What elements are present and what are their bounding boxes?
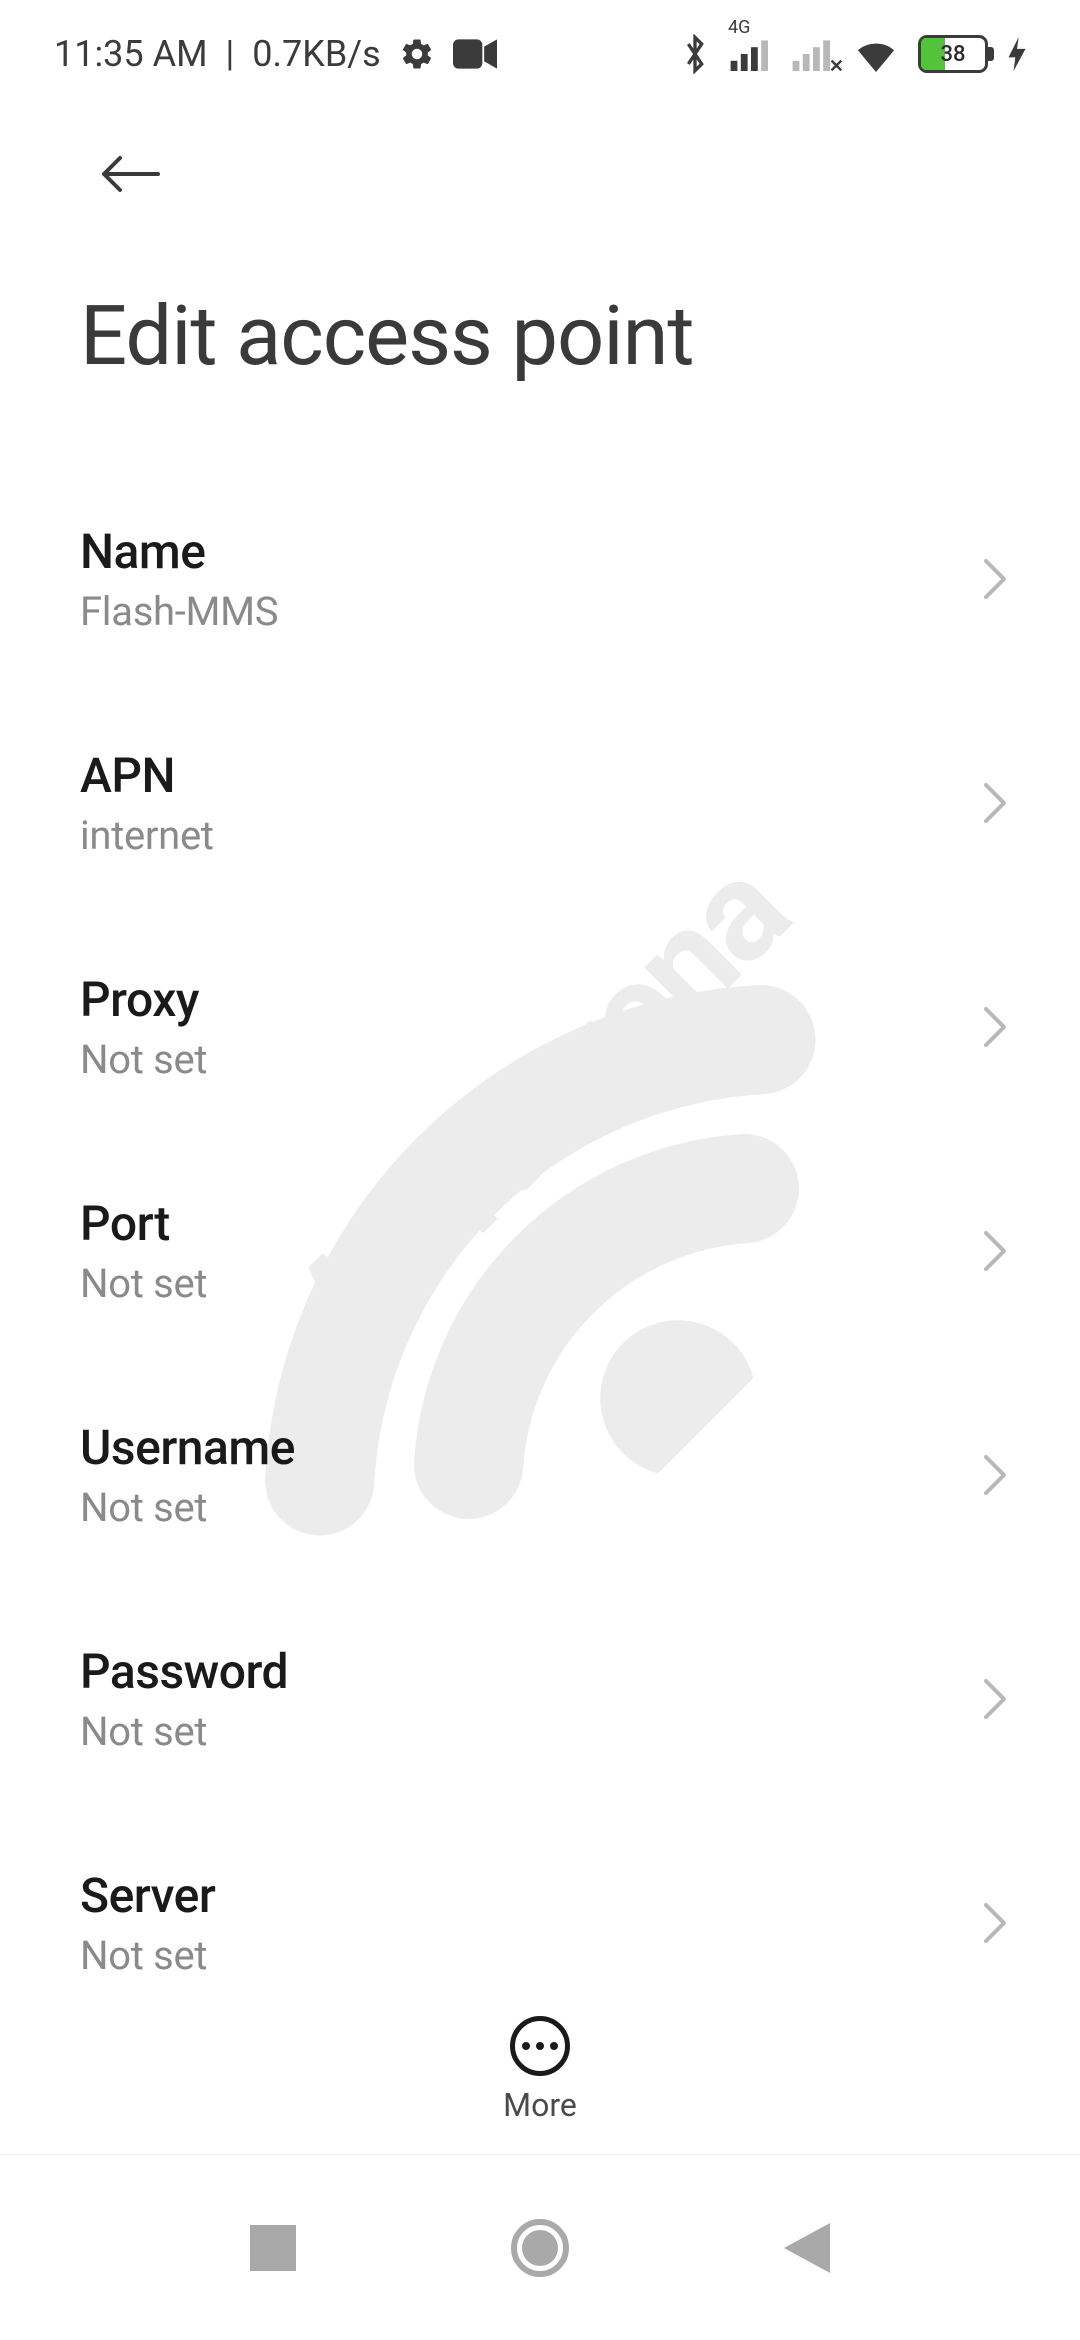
chevron-right-icon bbox=[982, 1453, 1008, 1497]
nav-back-button[interactable] bbox=[757, 2198, 857, 2298]
row-password[interactable]: Password Not set bbox=[80, 1599, 1020, 1823]
row-title: Port bbox=[80, 1195, 962, 1252]
row-title: Username bbox=[80, 1419, 962, 1476]
row-subtitle: Not set bbox=[80, 1036, 962, 1083]
row-title: Name bbox=[80, 523, 962, 580]
row-subtitle: Not set bbox=[80, 1708, 962, 1755]
signal-2-icon bbox=[792, 37, 834, 71]
bluetooth-icon bbox=[680, 34, 710, 74]
navigation-bar bbox=[0, 2155, 1080, 2340]
page-title: Edit access point bbox=[80, 288, 1000, 385]
battery-icon: 38 bbox=[918, 35, 988, 73]
row-subtitle: internet bbox=[80, 812, 962, 859]
gear-icon bbox=[399, 36, 435, 72]
back-button[interactable] bbox=[90, 134, 170, 214]
more-icon bbox=[510, 2016, 570, 2076]
status-time: 11:35 AM bbox=[54, 33, 208, 75]
row-port[interactable]: Port Not set bbox=[80, 1151, 1020, 1375]
nav-recent-button[interactable] bbox=[223, 2198, 323, 2298]
status-bar: 11:35 AM | 0.7KB/s 4G ✕ 38 bbox=[0, 0, 1080, 86]
header: Edit access point bbox=[0, 86, 1080, 385]
status-4g-label: 4G bbox=[728, 17, 750, 38]
signal-1-icon bbox=[730, 37, 772, 71]
row-title: Proxy bbox=[80, 971, 962, 1028]
chevron-right-icon bbox=[982, 1229, 1008, 1273]
settings-list: NameFlash-MMSAPNinternetProxyNot setPort… bbox=[0, 385, 1080, 1979]
chevron-right-icon bbox=[982, 1005, 1008, 1049]
chevron-right-icon bbox=[982, 557, 1008, 601]
row-subtitle: Not set bbox=[80, 1260, 962, 1307]
row-proxy[interactable]: Proxy Not set bbox=[80, 927, 1020, 1151]
circle-icon bbox=[511, 2219, 569, 2277]
row-server[interactable]: Server Not set bbox=[80, 1823, 1020, 1979]
row-username[interactable]: Username Not set bbox=[80, 1375, 1020, 1599]
chevron-right-icon bbox=[982, 781, 1008, 825]
triangle-left-icon bbox=[784, 2223, 830, 2273]
row-name[interactable]: Name Flash-MMS bbox=[80, 479, 1020, 703]
signal-x-icon: ✕ bbox=[829, 56, 844, 77]
camera-icon bbox=[453, 39, 497, 69]
chevron-right-icon bbox=[982, 1901, 1008, 1945]
chevron-right-icon bbox=[982, 1677, 1008, 1721]
nav-home-button[interactable] bbox=[490, 2198, 590, 2298]
row-title: Server bbox=[80, 1867, 962, 1924]
row-title: APN bbox=[80, 747, 962, 804]
row-apn[interactable]: APN internet bbox=[80, 703, 1020, 927]
arrow-left-icon bbox=[98, 152, 162, 196]
square-icon bbox=[250, 2225, 296, 2271]
more-button[interactable]: More bbox=[0, 1985, 1080, 2155]
more-label: More bbox=[503, 2086, 577, 2124]
row-title: Password bbox=[80, 1643, 962, 1700]
wifi-icon bbox=[854, 36, 898, 72]
charging-icon bbox=[1008, 37, 1026, 71]
status-net-speed: 0.7KB/s bbox=[252, 33, 380, 75]
row-subtitle: Not set bbox=[80, 1932, 962, 1979]
row-subtitle: Flash-MMS bbox=[80, 588, 962, 635]
row-subtitle: Not set bbox=[80, 1484, 962, 1531]
